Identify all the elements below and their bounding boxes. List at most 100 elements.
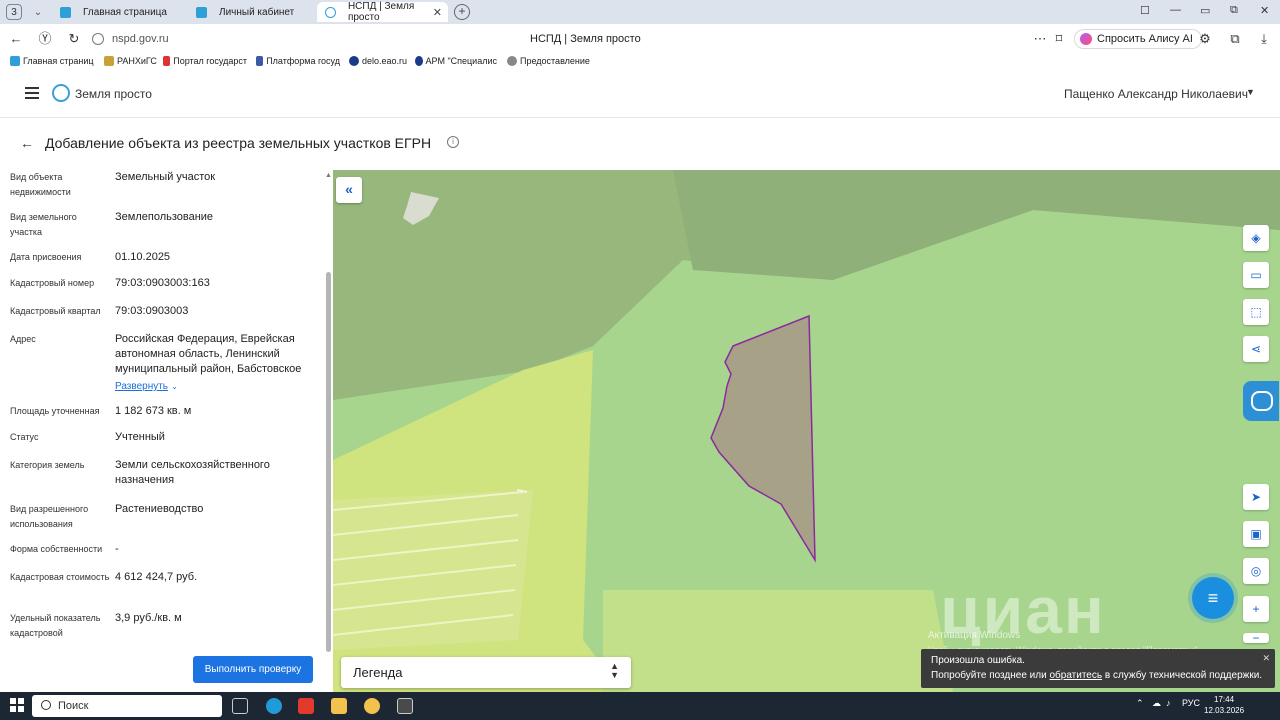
zoom-out-icon[interactable]: −	[1243, 632, 1269, 644]
reload-icon[interactable]: ↻	[66, 31, 82, 47]
close-icon[interactable]: ✕	[1262, 651, 1270, 666]
info-icon[interactable]: i	[447, 136, 459, 148]
screen-icon[interactable]: ▣	[1243, 521, 1269, 547]
layers-icon[interactable]: ◈	[1243, 225, 1269, 251]
chevron-down-icon[interactable]: ▼	[1246, 87, 1255, 97]
calculator-icon[interactable]	[397, 698, 413, 714]
file-explorer-icon[interactable]	[331, 698, 347, 714]
bookmark-item[interactable]: Портал государст	[163, 56, 247, 66]
tab-count-badge[interactable]: 3	[6, 4, 22, 20]
site-favicon-icon	[196, 6, 207, 18]
land-parcel[interactable]	[710, 314, 816, 563]
select-arrows-icon: ▲ ▼	[610, 661, 619, 680]
collapse-panel-button[interactable]: «	[336, 177, 362, 203]
site-info-icon[interactable]	[92, 33, 104, 45]
bookmark-item[interactable]: delo.eao.ru	[349, 56, 409, 66]
maximize-icon[interactable]: ⧉	[1230, 4, 1238, 17]
detail-value: Землепользование	[115, 211, 214, 223]
new-tab-button[interactable]: +	[454, 4, 470, 20]
scroll-up-icon[interactable]: ▲	[325, 172, 332, 179]
brand-name[interactable]: Земля просто	[75, 87, 152, 101]
user-menu[interactable]: Пащенко Александр Николаевич	[1064, 87, 1248, 101]
bookmark-favicon-icon	[507, 56, 517, 66]
detail-value: 4 612 424,7 руб.	[115, 571, 198, 583]
detail-value: Земли сельскохозяйственного назначения	[115, 459, 270, 486]
chevron-down-icon[interactable]: ⌄	[30, 4, 46, 20]
support-chat-icon[interactable]	[1243, 381, 1279, 421]
legend-select[interactable]: Легенда ▲ ▼	[341, 657, 631, 688]
map-view[interactable]	[333, 170, 1280, 692]
chevron-down-icon[interactable]: ⌄	[171, 382, 178, 391]
detail-label: Удельный показатель кадастровой	[10, 613, 101, 638]
detail-value: Учтенный	[115, 431, 165, 443]
taskbar-search[interactable]: Поиск	[32, 695, 222, 717]
tab-label: Личный кабинет	[219, 6, 295, 18]
map-canvas	[333, 170, 1280, 692]
menu-icon[interactable]	[25, 87, 39, 99]
url-field[interactable]: nspd.gov.ru	[92, 30, 169, 48]
detail-label: Форма собственности	[10, 544, 103, 554]
taskbar-clock[interactable]: 17:44 12.03.2026	[1204, 694, 1244, 716]
expand-link[interactable]: Развернуть ⌄	[115, 379, 315, 394]
yandex-app-icon[interactable]	[364, 698, 380, 714]
run-check-button[interactable]: Выполнить проверку	[193, 656, 313, 683]
yandex-icon[interactable]: Ⓨ	[37, 31, 53, 47]
more-icon[interactable]: ⋯	[1032, 31, 1048, 47]
yandex-browser-icon[interactable]	[298, 698, 314, 714]
close-window-icon[interactable]: ✕	[1260, 4, 1269, 17]
collections-icon[interactable]: ⧉	[1227, 31, 1243, 47]
select-area-icon[interactable]: ⬚	[1243, 299, 1269, 325]
chat-button[interactable]: ≡	[1192, 577, 1234, 619]
zoom-in-icon[interactable]: +	[1243, 596, 1269, 622]
browser-tab-home[interactable]: Главная страница	[52, 2, 182, 22]
location-icon[interactable]: ◎	[1243, 558, 1269, 584]
bookmark-add-icon[interactable]: ⌑	[1051, 31, 1067, 47]
bookmark-item[interactable]: Главная страниц	[10, 56, 98, 66]
bookmark-item[interactable]: РАНХиГС	[104, 56, 162, 66]
ruler-icon[interactable]: ▭	[1243, 262, 1269, 288]
error-toast: Произошла ошибка. Попробуйте позднее или…	[921, 649, 1275, 688]
extensions-icon[interactable]: ⚙	[1197, 31, 1213, 47]
detail-value: 79:03:0903003	[115, 305, 189, 317]
share-icon[interactable]: ⋖	[1243, 336, 1269, 362]
bookmark-favicon-icon	[256, 56, 264, 66]
bookmark-favicon-icon	[349, 56, 359, 66]
support-link[interactable]: обратитесь	[1049, 670, 1102, 681]
back-arrow-icon[interactable]: ←	[20, 135, 34, 151]
detail-label: Категория земель	[10, 460, 85, 470]
tray-volume-icon[interactable]: ♪	[1166, 698, 1171, 708]
windows-start-icon[interactable]	[10, 698, 24, 712]
detail-label: Дата присвоения	[10, 252, 82, 262]
bookmarks-bar: Главная страниц РАНХиГС Портал государст…	[0, 54, 1280, 70]
edge-icon[interactable]	[266, 698, 282, 714]
site-favicon-icon	[325, 6, 336, 18]
browser-tab-nspd[interactable]: НСПД | Земля просто ✕	[317, 1, 448, 23]
detail-label: Кадастровая стоимость	[10, 572, 110, 582]
bookmark-icon[interactable]: ☐	[1140, 4, 1150, 17]
bookmark-item[interactable]: Предоставление	[507, 56, 591, 66]
bookmark-item[interactable]: Платформа госуд	[256, 56, 340, 66]
back-icon[interactable]: ←	[8, 31, 24, 47]
keyboard-language[interactable]: РУС	[1182, 698, 1200, 708]
restore-icon[interactable]: ▭	[1200, 4, 1210, 17]
page-title: Добавление объекта из реестра земельных …	[45, 135, 432, 151]
detail-value: 1 182 673 кв. м	[115, 405, 192, 417]
tray-chevron-icon[interactable]: ⌃	[1136, 698, 1144, 709]
navigate-icon[interactable]: ➤	[1243, 484, 1269, 510]
download-icon[interactable]: ⤓	[1256, 31, 1272, 47]
task-view-icon[interactable]	[232, 698, 248, 714]
detail-value: Растениеводство	[115, 503, 204, 515]
tray-network-icon[interactable]: ☁	[1152, 698, 1161, 709]
minimize-icon[interactable]: —	[1170, 4, 1181, 16]
detail-value: 3,9 руб./кв. м	[115, 612, 182, 624]
toast-title: Произошла ошибка.	[931, 655, 1025, 666]
detail-value: Земельный участок	[115, 171, 216, 183]
detail-label: Адрес	[10, 334, 36, 344]
detail-label: Вид земельного участка	[10, 212, 77, 237]
close-icon[interactable]: ✕	[433, 6, 442, 19]
bookmark-item[interactable]: АРМ "Специалис	[415, 56, 497, 66]
detail-label: Статус	[10, 432, 39, 442]
browser-tab-cabinet[interactable]: Личный кабинет	[188, 2, 312, 22]
scrollbar-thumb[interactable]	[326, 272, 331, 652]
ask-alice-button[interactable]: Спросить Алису AI	[1074, 29, 1202, 49]
